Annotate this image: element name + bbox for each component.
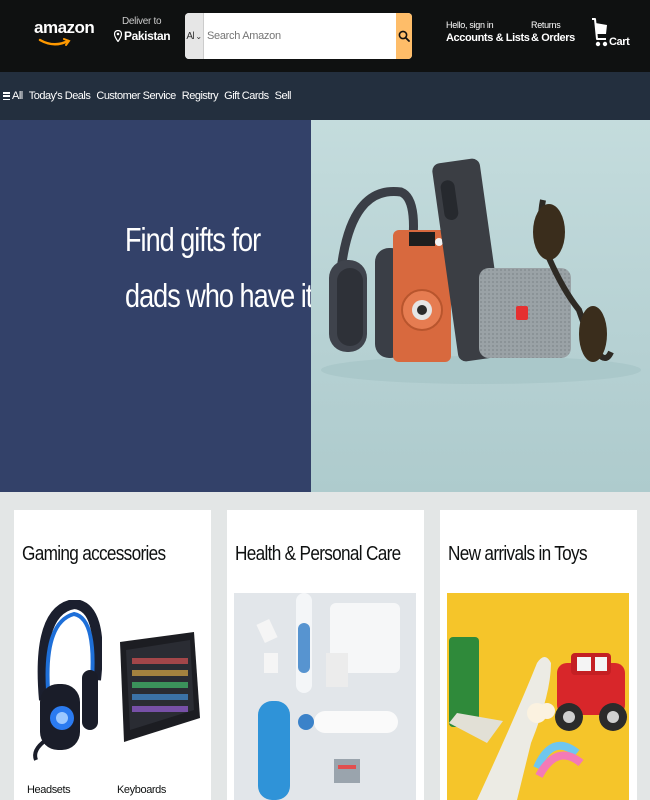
nav-item-all[interactable]: All — [3, 90, 23, 102]
search-button[interactable] — [396, 13, 412, 59]
keyboard-illustration — [120, 632, 200, 742]
nav-item-customer-service[interactable]: Customer Service — [96, 90, 176, 102]
card-title: Gaming accessories — [22, 543, 166, 565]
deliver-label: Deliver to — [122, 16, 162, 27]
amazon-logo[interactable]: amazon — [34, 18, 95, 56]
cart-label: Cart — [609, 36, 630, 48]
health-products-illustration — [234, 593, 416, 800]
sub-nav: All Today's Deals Customer Service Regis… — [0, 72, 650, 120]
gift-products-illustration — [321, 158, 641, 384]
nav-item-all-label: All — [12, 90, 23, 102]
card-title: Health & Personal Care — [235, 543, 401, 565]
card-title: New arrivals in Toys — [448, 543, 588, 565]
toys-illustration — [447, 593, 629, 800]
search-category-select[interactable]: All⌄ — [185, 13, 204, 59]
nav-item-sell[interactable]: Sell — [275, 90, 292, 102]
hero-product-image — [311, 120, 650, 492]
caption-keyboards[interactable]: Keyboards — [117, 784, 166, 796]
chevron-down-icon: ⌄ — [195, 31, 202, 41]
orders-label: & Orders — [531, 32, 575, 44]
search-input[interactable] — [204, 13, 396, 59]
hero-line-1: Find gifts for — [125, 221, 261, 258]
hamburger-icon — [3, 92, 10, 100]
location-pin-icon — [114, 30, 122, 42]
nav-item-todays-deals[interactable]: Today's Deals — [29, 90, 91, 102]
hero-heading: Find gifts for dads who have it all — [125, 212, 344, 324]
search-bar: All⌄ — [185, 13, 412, 59]
deliver-to[interactable]: Deliver to Pakistan — [114, 16, 174, 43]
account-label: Accounts & Lists — [446, 32, 530, 44]
top-nav: amazon Deliver to Pakistan All⌄ Hell — [0, 0, 650, 72]
headset-image[interactable] — [26, 600, 102, 780]
keyboard-image[interactable] — [114, 630, 204, 750]
cart-icon — [592, 18, 608, 47]
search-icon — [398, 30, 410, 42]
deliver-country: Pakistan — [124, 29, 171, 43]
account-lists[interactable]: Hello, sign in Accounts & Lists — [446, 20, 530, 44]
nav-item-gift-cards[interactable]: Gift Cards — [224, 90, 269, 102]
card-health-personal-care[interactable]: Health & Personal Care — [227, 510, 424, 800]
headset-illustration — [33, 600, 102, 761]
amazon-smile-logo — [38, 38, 71, 46]
card-new-arrivals-toys[interactable]: New arrivals in Toys — [440, 510, 637, 800]
health-care-image[interactable] — [234, 593, 416, 800]
hero-line-2: dads who have it all — [125, 277, 344, 314]
nav-item-registry[interactable]: Registry — [182, 90, 219, 102]
returns-orders[interactable]: Returns & Orders — [531, 20, 575, 44]
toys-image[interactable] — [447, 593, 629, 800]
logo-text: amazon — [34, 18, 95, 37]
search-category-label: All — [186, 30, 195, 42]
hero-banner[interactable]: Find gifts for dads who have it all — [0, 120, 650, 492]
account-greeting: Hello, sign in — [446, 20, 494, 30]
returns-label: Returns — [531, 20, 561, 30]
hero-text-panel: Find gifts for dads who have it all — [0, 120, 344, 492]
card-gaming-accessories[interactable]: Gaming accessories Headsets Keyboards — [14, 510, 211, 800]
cart-button[interactable]: Cart — [591, 17, 630, 51]
caption-headsets[interactable]: Headsets — [27, 784, 71, 796]
deliver-location: Pakistan — [114, 29, 174, 43]
